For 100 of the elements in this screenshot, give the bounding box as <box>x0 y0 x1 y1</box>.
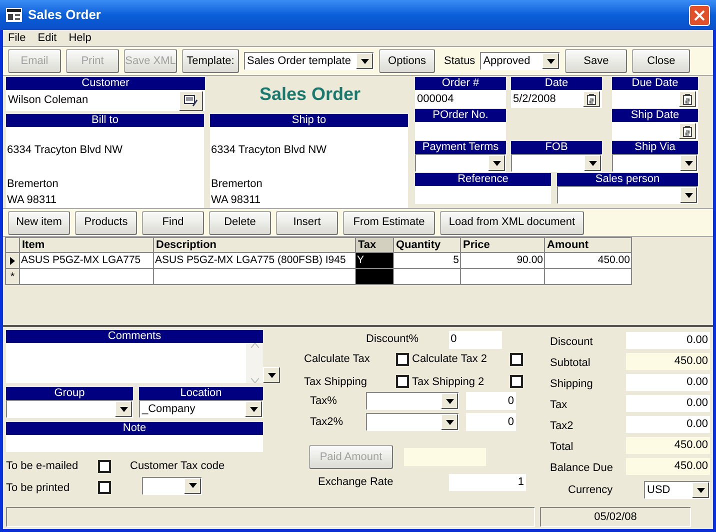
checkbox[interactable] <box>510 375 523 388</box>
label: Customer Tax code <box>130 459 225 474</box>
section-header: Location <box>139 387 263 400</box>
text-field[interactable]: 0 <box>448 330 502 348</box>
close-button[interactable] <box>689 4 710 26</box>
menu-item[interactable]: Help <box>68 30 92 46</box>
calendar-icon[interactable] <box>679 91 696 107</box>
table-cell: 450.00 <box>545 253 632 269</box>
dropdown[interactable]: USD <box>644 481 710 499</box>
text-field[interactable]: 000004 <box>415 90 506 108</box>
checkbox[interactable] <box>396 352 409 366</box>
dropdown[interactable] <box>6 400 133 418</box>
window-title: Sales Order <box>28 6 102 24</box>
label: To be printed <box>6 480 71 496</box>
button[interactable]: New item <box>8 210 70 234</box>
table-cell[interactable] <box>461 269 545 285</box>
checkbox[interactable] <box>98 460 111 473</box>
checkbox[interactable] <box>510 352 523 366</box>
menu-item[interactable]: Edit <box>38 30 57 46</box>
dropdown[interactable] <box>415 154 506 172</box>
text-field[interactable]: 0.00 <box>626 332 710 349</box>
checkbox[interactable] <box>98 481 111 494</box>
dropdown[interactable]: _Company <box>139 400 263 418</box>
column-header[interactable]: Description <box>154 237 356 253</box>
label: Calculate Tax <box>304 352 371 367</box>
text-field[interactable]: 450.00 <box>626 458 710 475</box>
table-cell[interactable] <box>154 269 356 285</box>
text-field[interactable]: 5/2/2008 <box>511 90 602 108</box>
button[interactable]: Delete <box>209 210 271 234</box>
column-header[interactable]: Item <box>20 237 154 253</box>
menu-item[interactable]: File <box>8 30 26 46</box>
text-field[interactable] <box>612 122 698 140</box>
text-field[interactable]: 0.00 <box>626 395 710 412</box>
status-panel: 05/02/08 <box>540 507 691 527</box>
customer-field[interactable]: Wilson Coleman <box>6 90 205 111</box>
section-header: Group <box>6 387 133 400</box>
table-cell: Y <box>356 253 394 269</box>
checkbox[interactable] <box>396 375 409 388</box>
text-field[interactable] <box>612 90 698 108</box>
button[interactable]: From Estimate <box>343 210 435 234</box>
button[interactable]: Load from XML document <box>440 210 584 234</box>
address-field[interactable]: 6334 Tracyton Blvd NW Bremerton WA 98311 <box>6 127 204 208</box>
button[interactable]: Products <box>75 210 137 234</box>
section-header: Payment Terms <box>415 141 506 154</box>
section-header: Ship Via <box>612 141 698 154</box>
text-field[interactable] <box>415 186 551 204</box>
section-header: Order # <box>415 77 506 90</box>
text-field[interactable]: 0.00 <box>626 416 710 433</box>
dropdown[interactable] <box>612 154 698 172</box>
dropdown[interactable] <box>366 392 459 410</box>
calendar-icon[interactable] <box>583 91 600 107</box>
lookup-icon[interactable] <box>179 90 203 110</box>
table-cell[interactable] <box>394 269 461 285</box>
table-cell: 90.00 <box>461 253 545 269</box>
text-field[interactable]: 0.00 <box>626 374 710 391</box>
text-field[interactable]: 1 <box>449 474 526 491</box>
row-indicator[interactable] <box>5 253 20 269</box>
section-header: POrder No. <box>415 109 506 122</box>
section-header: FOB <box>511 141 602 154</box>
table-cell[interactable] <box>20 269 154 285</box>
status-dropdown[interactable]: Approved <box>480 52 560 70</box>
column-header[interactable]: Tax <box>356 237 394 253</box>
label: Tax Shipping 2 <box>412 374 486 390</box>
dropdown[interactable] <box>142 476 202 494</box>
label: Balance Due <box>550 461 613 476</box>
button[interactable]: Save <box>565 49 628 73</box>
table-cell[interactable] <box>356 269 394 285</box>
label: Discount% <box>366 332 419 348</box>
table-cell: ASUS P5GZ-MX LGA775 (800FSB) I945 <box>154 253 356 269</box>
text-field[interactable] <box>415 122 506 140</box>
column-header[interactable]: Quantity <box>394 237 461 253</box>
comments-field[interactable] <box>6 343 263 383</box>
dropdown[interactable] <box>511 154 602 172</box>
button[interactable]: Template: <box>182 49 239 73</box>
button[interactable]: Find <box>142 210 204 234</box>
table-cell[interactable] <box>545 269 632 285</box>
section-header: Due Date <box>612 77 698 90</box>
button[interactable]: Insert <box>276 210 338 234</box>
label: Tax <box>550 398 568 414</box>
section-header: Comments <box>6 330 263 343</box>
text-field[interactable]: 450.00 <box>626 353 710 370</box>
text-field[interactable]: 450.00 <box>626 437 710 454</box>
text-field[interactable]: 0 <box>466 392 516 410</box>
close-icon <box>694 10 705 20</box>
button[interactable]: Options <box>379 49 435 73</box>
text-field[interactable] <box>6 435 263 452</box>
section-header: Sales person <box>557 173 698 186</box>
calendar-icon[interactable] <box>679 123 696 139</box>
label: Shipping <box>550 377 593 392</box>
template-dropdown[interactable]: Sales Order template <box>244 52 374 70</box>
button[interactable]: Close <box>632 49 690 73</box>
column-header[interactable]: Price <box>461 237 545 253</box>
section-header: Date <box>511 77 602 90</box>
text-field[interactable]: 0 <box>466 413 516 431</box>
address-field[interactable]: 6334 Tracyton Blvd NW Bremerton WA 98311 <box>210 127 408 208</box>
label: Discount <box>550 335 593 350</box>
column-header[interactable]: Amount <box>545 237 632 253</box>
label: Tax2% <box>309 414 344 430</box>
label: Status <box>444 54 476 69</box>
dropdown[interactable] <box>366 413 459 431</box>
